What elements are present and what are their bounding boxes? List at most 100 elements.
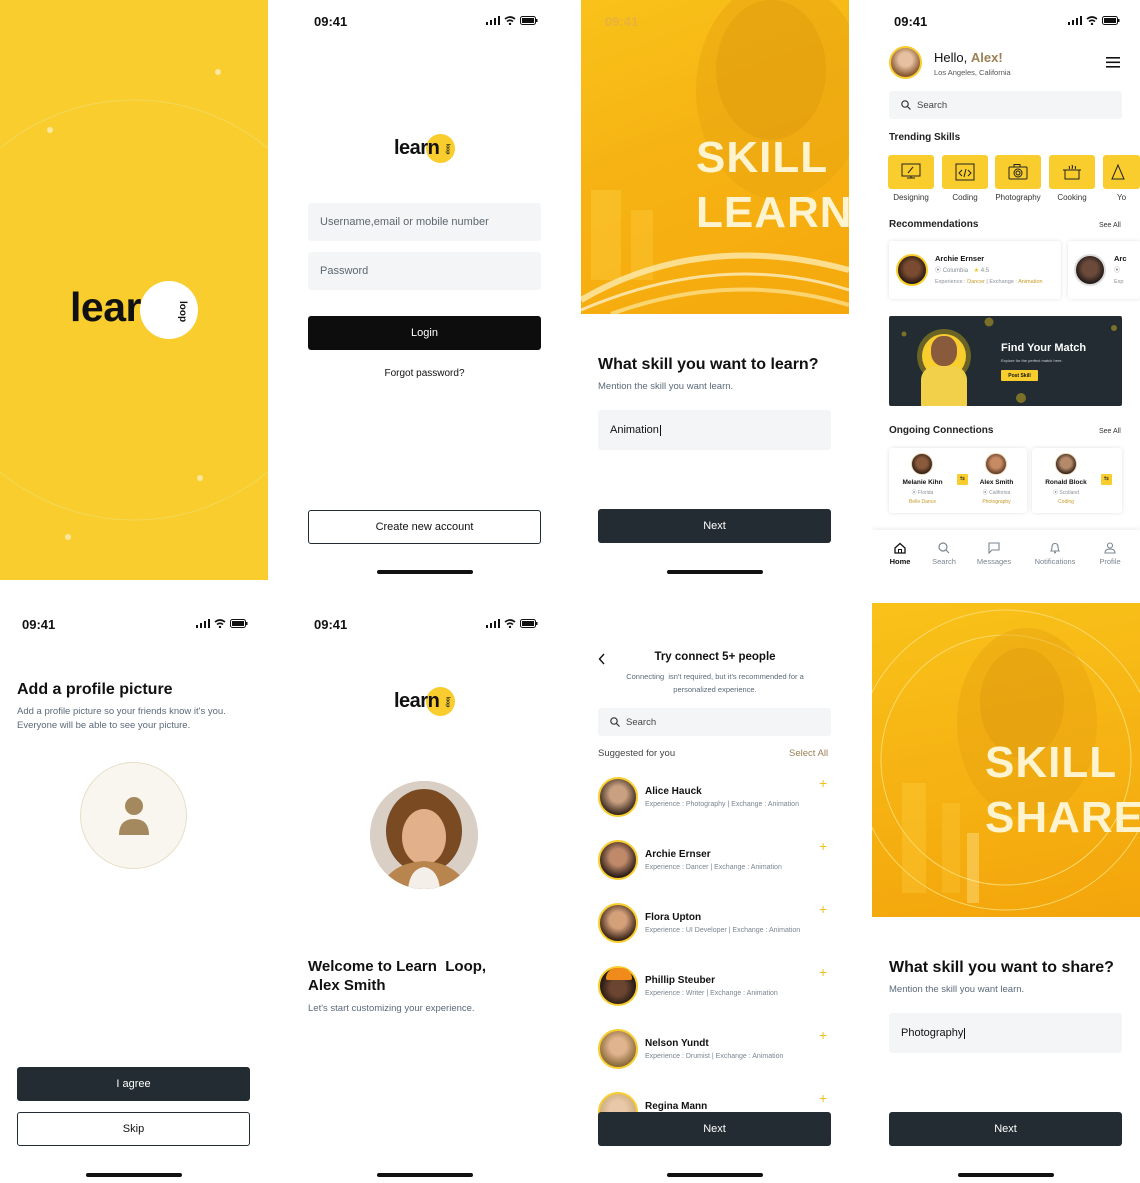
ongoing-see-all[interactable]: See All: [1099, 428, 1121, 435]
connection-card[interactable]: Melanie Kihn ⦿ Florida Belle Dance ⇆ Ale…: [889, 448, 1027, 513]
skill-input[interactable]: Animation: [598, 410, 831, 450]
person-row[interactable]: Archie Ernser Experience : Dancer | Exch…: [581, 838, 849, 884]
profile-photo[interactable]: [370, 781, 478, 889]
person-meta: Experience : Photography | Exchange : An…: [645, 801, 799, 808]
search-input[interactable]: Search: [598, 708, 831, 736]
person-name: Flora Upton: [645, 912, 702, 923]
welcome-title-2: Alex Smith: [308, 977, 386, 994]
home-indicator: [958, 1173, 1054, 1177]
yoga-icon: [1111, 163, 1125, 180]
signal-icon: [486, 619, 500, 628]
logo-word: learn: [394, 690, 440, 712]
user-avatar[interactable]: [889, 46, 922, 79]
wifi-icon: [1086, 16, 1098, 25]
logo-sub: loop: [444, 143, 451, 155]
skill-tile-designing[interactable]: [888, 155, 934, 189]
battery-icon: [520, 619, 538, 628]
recommendation-card[interactable]: Arc ⦿ Exp: [1068, 241, 1140, 299]
menu-icon[interactable]: [1106, 57, 1120, 68]
login-button[interactable]: Login: [308, 316, 541, 350]
person-meta: Experience : Writer | Exchange : Animati…: [645, 990, 778, 997]
rating-text: 4.5: [980, 268, 990, 274]
add-person-button[interactable]: +: [819, 775, 827, 791]
skill-label: Yo: [1117, 193, 1127, 202]
next-button[interactable]: Next: [598, 1112, 831, 1146]
person-row[interactable]: Phillip Steuber Experience : Writer | Ex…: [581, 964, 849, 1010]
user-location: Los Angeles, California: [934, 68, 1011, 77]
welcome-subtitle: Let's start customizing your experience.: [308, 1003, 475, 1014]
hero-text-line1: SKILL: [696, 133, 829, 182]
status-icons: [486, 619, 538, 628]
connection-card[interactable]: Ronald Block ⦿ Scotland Coding ⇆: [1032, 448, 1122, 513]
avatar-placeholder[interactable]: [80, 762, 187, 869]
skill-tile-cooking[interactable]: [1049, 155, 1095, 189]
page-title: Add a profile picture: [17, 681, 173, 698]
status-icons: [1068, 16, 1120, 25]
connection-avatar: [985, 453, 1007, 475]
select-all-link[interactable]: Select All: [789, 748, 828, 759]
skill-tile-yoga[interactable]: [1103, 155, 1140, 189]
login-screen: 09:41 learn loop Username,email or mobil…: [290, 0, 558, 580]
bottom-nav: Home Search Messages Notifications Profi…: [872, 530, 1140, 580]
agree-button[interactable]: I agree: [17, 1067, 250, 1101]
nav-messages[interactable]: Messages: [969, 542, 1019, 566]
nav-search[interactable]: Search: [919, 542, 969, 566]
person-row[interactable]: Flora Upton Experience : UI Developer | …: [581, 901, 849, 947]
person-row[interactable]: Alice Hauck Experience : Photography | E…: [581, 775, 849, 821]
signal-icon: [196, 619, 210, 628]
create-account-button[interactable]: Create new account: [308, 510, 541, 544]
text-cursor: [659, 424, 661, 436]
skill-tile-photography[interactable]: [995, 155, 1041, 189]
logo-word: learn: [394, 137, 440, 159]
bell-icon: [1050, 542, 1060, 554]
add-person-button[interactable]: +: [819, 1090, 827, 1106]
forgot-password-link[interactable]: Forgot password?: [308, 368, 541, 379]
skill-input[interactable]: Photography: [889, 1013, 1122, 1053]
next-button[interactable]: Next: [598, 509, 831, 543]
next-button[interactable]: Next: [889, 1112, 1122, 1146]
password-input[interactable]: Password: [308, 252, 541, 290]
wifi-icon: [214, 619, 226, 628]
welcome-title-1: Welcome to Learn Loop,: [308, 958, 487, 975]
pin-icon: ⦿: [1114, 268, 1121, 274]
add-person-button[interactable]: +: [819, 901, 827, 917]
home-indicator: [377, 1173, 473, 1177]
greeting-label: Hello,: [934, 50, 968, 65]
add-person-button[interactable]: +: [819, 1027, 827, 1043]
banner-person-shirt: [921, 366, 967, 406]
person-icon: [119, 797, 149, 835]
nav-notifications[interactable]: Notifications: [1030, 542, 1080, 566]
skill-label: Photography: [995, 193, 1041, 202]
banner-person-head: [931, 336, 957, 366]
search-input[interactable]: Search: [889, 91, 1122, 119]
star-icon: ★: [973, 268, 980, 274]
search-icon: [610, 717, 620, 727]
status-time: 09:41: [605, 14, 639, 29]
connection-chat-button[interactable]: ⇆: [1101, 474, 1112, 485]
person-meta: Experience : Drumist | Exchange : Animat…: [645, 1053, 784, 1060]
add-person-button[interactable]: +: [819, 964, 827, 980]
person-avatar: [598, 1029, 638, 1069]
person-row[interactable]: Nelson Yundt Experience : Drumist | Exch…: [581, 1027, 849, 1073]
find-match-banner[interactable]: Find Your Match Explore for the perfect …: [889, 316, 1122, 406]
add-person-button[interactable]: +: [819, 838, 827, 854]
exch-label: Exchange :: [989, 279, 1017, 285]
page-subtitle-1: Connecting isn't required, but it's reco…: [626, 672, 804, 681]
skill-input-value: Animation: [610, 424, 659, 436]
suggested-label: Suggested for you: [598, 748, 676, 759]
connection-name: Melanie Kihn: [902, 479, 943, 486]
skill-tile-coding[interactable]: [942, 155, 988, 189]
username-input[interactable]: Username,email or mobile number: [308, 203, 541, 241]
status-icons: [196, 619, 248, 628]
connection-name: Ronald Block: [1045, 479, 1087, 486]
recommendation-card[interactable]: Archie Ernser ⦿ Columbia ★ 4.5 Experienc…: [889, 241, 1061, 299]
greeting: Hello, Alex!: [934, 50, 1003, 65]
skip-button[interactable]: Skip: [17, 1112, 250, 1146]
learn-skill-screen: 09:41 SKILL LEARN What skill you want to…: [581, 0, 849, 580]
connection-avatar: [1055, 453, 1077, 475]
person-hat: [606, 968, 632, 980]
nav-profile[interactable]: Profile: [1085, 542, 1135, 566]
recommendations-see-all[interactable]: See All: [1099, 222, 1121, 229]
nav-home[interactable]: Home: [875, 542, 925, 566]
post-skill-button[interactable]: Post Skill: [1001, 370, 1038, 381]
